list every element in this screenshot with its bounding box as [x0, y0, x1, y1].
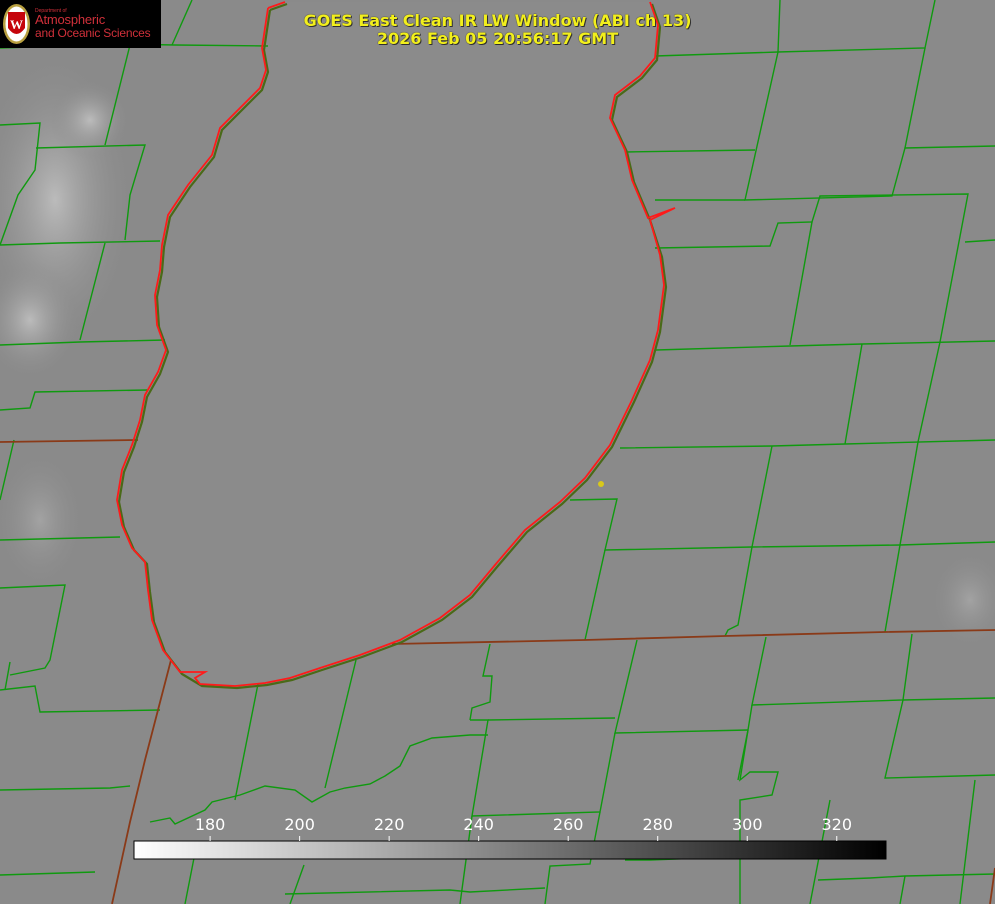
colorbar-tick-label: 280: [642, 815, 673, 834]
satellite-image-viewer: 180 200 220 240 260 280 300 320 W Department of…: [0, 0, 995, 904]
image-title: GOES East Clean IR LW Window (ABI ch 13): [303, 11, 692, 30]
colorbar-tick-label: 220: [374, 815, 405, 834]
image-timestamp: 2026 Feb 05 20:56:17 GMT: [376, 29, 619, 48]
colorbar-tick-label: 200: [284, 815, 315, 834]
colorbar-gradient: [133, 840, 887, 860]
colorbar-tick-label: 320: [821, 815, 852, 834]
satellite-map: 180 200 220 240 260 280 300 320: [0, 0, 995, 904]
colorbar-tick-label: 260: [553, 815, 584, 834]
colorbar-tick-label: 300: [732, 815, 763, 834]
location-marker: [598, 481, 604, 487]
colorbar-tick-label: 180: [195, 815, 226, 834]
colorbar-tick-label: 240: [463, 815, 494, 834]
